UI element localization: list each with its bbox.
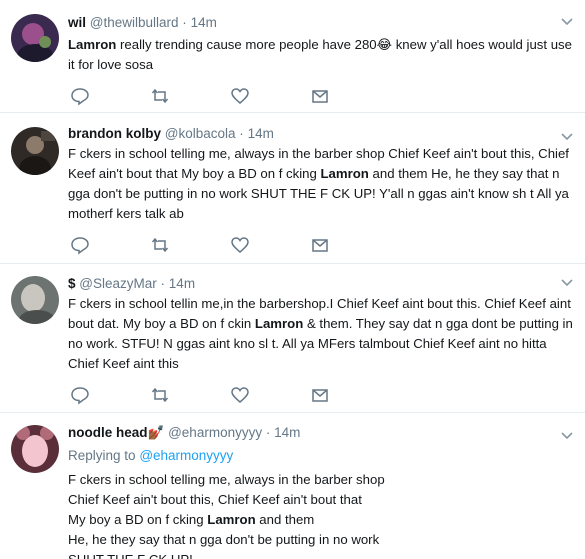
hashtag-term[interactable]: Lamron: [207, 512, 255, 527]
display-name[interactable]: noodle head: [68, 425, 148, 440]
retweet-icon[interactable]: [150, 235, 170, 255]
avatar-image: [11, 425, 59, 473]
avatar[interactable]: [11, 425, 59, 473]
tweet[interactable]: $ @SleazyMar · 14m F ckers in school tel…: [0, 264, 585, 413]
display-name[interactable]: $: [68, 276, 76, 291]
username[interactable]: @eharmonyyyy: [168, 425, 262, 440]
reply-icon[interactable]: [70, 235, 90, 255]
heart-icon[interactable]: [230, 235, 250, 255]
tweet[interactable]: brandon kolby @kolbacola · 14m F ckers i…: [0, 113, 585, 264]
username[interactable]: @SleazyMar: [79, 276, 156, 291]
separator-dot: ·: [239, 126, 244, 141]
timestamp[interactable]: 14m: [169, 276, 195, 291]
chevron-down-icon[interactable]: [559, 430, 575, 442]
retweet-icon[interactable]: [150, 385, 170, 405]
heart-icon[interactable]: [230, 86, 250, 106]
tweet-feed: wil @thewilbullard · 14m Lamron really t…: [0, 0, 585, 559]
tweet-text: F ckers in school tellin me,in the barbe…: [68, 294, 575, 374]
tweet-text: Lamron really trending cause more people…: [68, 35, 575, 75]
envelope-icon[interactable]: [310, 86, 330, 106]
name-emoji: 💅🏾: [147, 425, 165, 440]
text-segment: and them: [255, 512, 315, 527]
timestamp[interactable]: 14m: [274, 425, 300, 440]
chevron-down-icon[interactable]: [559, 277, 575, 289]
tweet[interactable]: wil @thewilbullard · 14m Lamron really t…: [0, 0, 585, 113]
chevron-down-icon[interactable]: [559, 131, 575, 143]
replying-to-link[interactable]: @eharmonyyyy: [139, 448, 233, 463]
tweet-text: F ckers in school telling me, always in …: [68, 470, 575, 559]
replying-to: Replying to @eharmonyyyy: [68, 446, 575, 466]
avatar-image: [11, 14, 59, 62]
envelope-icon[interactable]: [310, 385, 330, 405]
display-name[interactable]: wil: [68, 15, 86, 30]
avatar[interactable]: [11, 14, 59, 62]
emoji: 😂: [376, 37, 393, 52]
tweet-header: brandon kolby @kolbacola · 14m: [68, 125, 555, 143]
text-line: F ckers in school telling me, always in …: [68, 472, 385, 487]
hashtag-term[interactable]: Lamron: [321, 166, 369, 181]
username[interactable]: @thewilbullard: [90, 15, 179, 30]
avatar[interactable]: [11, 127, 59, 175]
heart-icon[interactable]: [230, 385, 250, 405]
text-segment: My boy a BD on f cking: [68, 512, 208, 527]
reply-icon[interactable]: [70, 86, 90, 106]
tweet-actions: [70, 235, 340, 255]
envelope-icon[interactable]: [310, 235, 330, 255]
tweet[interactable]: noodle head💅🏾 @eharmonyyyy · 14m Replyin…: [0, 413, 585, 559]
tweet-actions: [70, 86, 340, 106]
tweet-header: noodle head💅🏾 @eharmonyyyy · 14m: [68, 424, 555, 442]
avatar-image: [11, 127, 59, 175]
replying-to-label: Replying to: [68, 448, 136, 463]
display-name[interactable]: brandon kolby: [68, 126, 161, 141]
text-line: He, he they say that n gga don't be putt…: [68, 532, 380, 547]
text-segment: really trending cause more people have 2…: [116, 37, 377, 52]
tweet-header: wil @thewilbullard · 14m: [68, 14, 555, 32]
reply-icon[interactable]: [70, 385, 90, 405]
tweet-text: F ckers in school telling me, always in …: [68, 144, 575, 224]
hashtag-term[interactable]: Lamron: [68, 37, 116, 52]
timestamp[interactable]: 14m: [248, 126, 274, 141]
avatar-image: [11, 276, 59, 324]
text-line: Chief Keef ain't bout this, Chief Keef a…: [68, 492, 362, 507]
avatar[interactable]: [11, 276, 59, 324]
timestamp[interactable]: 14m: [191, 15, 217, 30]
text-line: My boy a BD on f cking Lamron and them: [68, 510, 575, 530]
username[interactable]: @kolbacola: [165, 126, 236, 141]
tweet-actions: [70, 385, 340, 405]
separator-dot: ·: [182, 15, 187, 30]
chevron-down-icon[interactable]: [559, 16, 575, 28]
retweet-icon[interactable]: [150, 86, 170, 106]
hashtag-term[interactable]: Lamron: [255, 316, 303, 331]
text-line: SHUT THE F CK UP!: [68, 550, 575, 559]
tweet-header: $ @SleazyMar · 14m: [68, 275, 555, 293]
separator-dot: ·: [160, 276, 166, 291]
separator-dot: ·: [265, 425, 271, 440]
